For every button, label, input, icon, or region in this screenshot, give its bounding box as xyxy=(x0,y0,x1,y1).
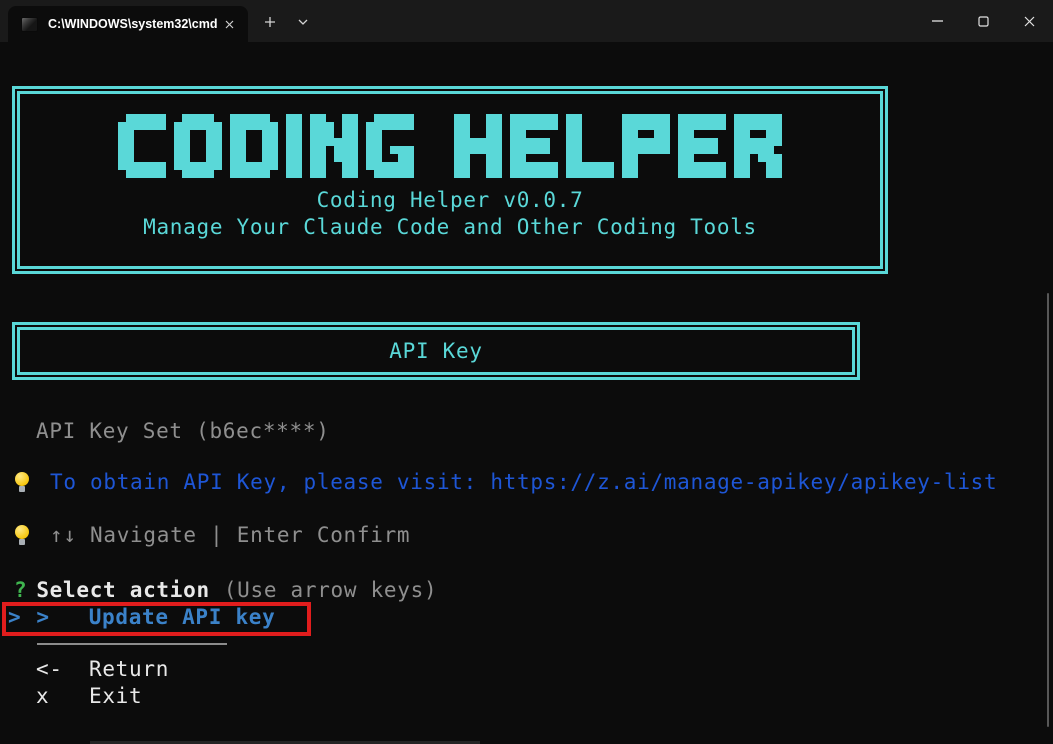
banner-box: Coding Helper v0.0.7 Manage Your Claude … xyxy=(12,86,888,274)
select-action-prompt: ? Select action (Use arrow keys) xyxy=(14,577,437,604)
selection-pointer: > xyxy=(8,604,21,631)
lightbulb-icon xyxy=(14,471,30,495)
banner-title: Coding Helper v0.0.7 xyxy=(317,187,584,214)
titlebar: C:\WINDOWS\system32\cmd. xyxy=(0,0,1053,42)
api-key-section-title: API Key xyxy=(389,338,482,365)
api-key-section-box: API Key xyxy=(12,322,860,380)
close-button[interactable] xyxy=(1006,0,1052,42)
terminal-window: C:\WINDOWS\system32\cmd. xyxy=(0,0,1053,744)
maximize-button[interactable] xyxy=(960,0,1006,42)
terminal-tab[interactable]: C:\WINDOWS\system32\cmd. xyxy=(8,6,248,42)
plus-icon xyxy=(264,16,276,28)
tab-title: C:\WINDOWS\system32\cmd. xyxy=(48,17,218,31)
selection-cursor: > xyxy=(36,604,49,631)
menu-option-return[interactable]: <- Return xyxy=(36,656,169,683)
menu-option-exit[interactable]: x Exit xyxy=(36,683,142,710)
menu-option-label: Update API key xyxy=(89,604,276,631)
tip-obtain-key: To obtain API Key, please visit: https:/… xyxy=(14,469,997,496)
prompt-question-mark: ? xyxy=(14,577,27,604)
new-tab-button[interactable] xyxy=(254,8,286,36)
prompt-label: Select action xyxy=(36,577,209,604)
cmd-icon xyxy=(21,17,38,32)
tip-navigation-text: ↑↓ Navigate | Enter Confirm xyxy=(50,522,410,549)
selected-option-underline xyxy=(37,643,227,645)
tab-close-button[interactable] xyxy=(218,13,240,35)
maximize-icon xyxy=(978,16,989,27)
close-icon xyxy=(225,20,234,29)
banner-art xyxy=(118,114,782,178)
api-key-status: API Key Set (b6ec****) xyxy=(36,418,330,445)
chevron-down-icon xyxy=(298,19,308,25)
menu-option-key: <- xyxy=(36,656,89,683)
terminal-content: Coding Helper v0.0.7 Manage Your Claude … xyxy=(0,42,1053,744)
lightbulb-icon xyxy=(14,524,30,548)
scrollbar-thumb[interactable] xyxy=(1047,293,1049,727)
menu-option-label: Return xyxy=(89,656,169,683)
minimize-icon xyxy=(932,20,943,22)
menu-option-label: Exit xyxy=(89,683,142,710)
tip-obtain-key-text: To obtain API Key, please visit: xyxy=(50,469,490,496)
close-icon xyxy=(1024,16,1035,27)
minimize-button[interactable] xyxy=(914,0,960,42)
tab-dropdown-button[interactable] xyxy=(288,8,318,36)
tip-navigation: ↑↓ Navigate | Enter Confirm xyxy=(14,522,410,549)
banner-subtitle: Manage Your Claude Code and Other Coding… xyxy=(143,214,757,241)
menu-option-key: x xyxy=(36,683,89,710)
apikey-url-link[interactable]: https://z.ai/manage-apikey/apikey-list xyxy=(490,469,997,496)
menu-option-update-api-key[interactable]: > > Update API key xyxy=(8,604,276,631)
prompt-hint: (Use arrow keys) xyxy=(224,577,438,604)
